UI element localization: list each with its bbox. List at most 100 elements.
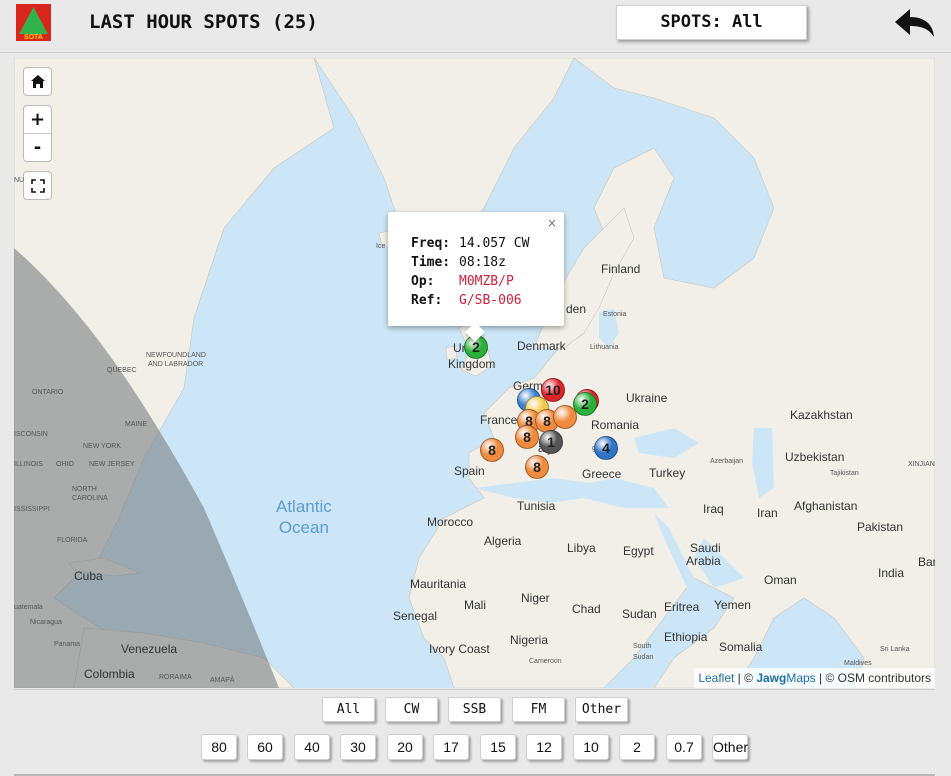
jawg-link[interactable]: Jawg <box>756 671 786 685</box>
spot-marker[interactable]: 8 <box>480 438 504 462</box>
band-filter-30[interactable]: 30 <box>340 734 376 760</box>
map-label: Venezuela <box>121 642 178 656</box>
band-filter-60[interactable]: 60 <box>247 734 283 760</box>
map-label: Somalia <box>719 640 763 654</box>
zoom-in-button[interactable]: + <box>24 106 51 134</box>
map-label: Pakistan <box>857 520 904 534</box>
map-label: NORTH <box>72 486 97 493</box>
leaflet-link[interactable]: Leaflet <box>698 671 734 685</box>
logo-text: SOTA <box>24 34 43 41</box>
mode-filter-fm[interactable]: FM <box>512 697 565 722</box>
band-filter-0-7[interactable]: 0.7 <box>666 734 702 760</box>
map-label: NEWFOUNDLAND <box>146 352 206 359</box>
band-filter-12[interactable]: 12 <box>526 734 562 760</box>
map-label: Uzbekistan <box>785 450 845 464</box>
band-filter-17[interactable]: 17 <box>433 734 469 760</box>
band-filter-20[interactable]: 20 <box>387 734 423 760</box>
spot-popup: × Freq: 14.057 CW Time: 08:18z Op: M0MZB/P … <box>388 212 564 342</box>
spot-marker[interactable]: 8 <box>525 455 549 479</box>
map-label: Cameroon <box>529 658 562 665</box>
freq-label: Freq: <box>411 236 451 251</box>
band-filter-15[interactable]: 15 <box>480 734 516 760</box>
map-label: Niger <box>521 591 550 605</box>
map-label: Denmark <box>517 339 566 353</box>
map-label: Afghanistan <box>794 499 858 513</box>
map-attribution: Leaflet | © JawgMaps | © OSM contributor… <box>694 668 935 688</box>
map-label: RORAIMA <box>159 674 192 681</box>
map-label: Ban <box>918 555 935 569</box>
band-filter-40[interactable]: 40 <box>294 734 330 760</box>
map-label: Mauritania <box>410 577 467 591</box>
map-label: ILLINOIS <box>14 461 43 468</box>
band-filter-other[interactable]: Other <box>712 734 748 760</box>
back-arrow-icon[interactable] <box>893 6 937 40</box>
spot-marker[interactable]: 2 <box>573 392 597 416</box>
ocean-label: Atlantic Ocean <box>276 496 332 538</box>
map-label: Chad <box>572 602 601 616</box>
map-label: Ice <box>376 243 386 250</box>
map-label: ISCONSIN <box>14 431 48 438</box>
ocean-label-text: Atlantic Ocean <box>276 497 332 537</box>
map-label: MAINE <box>125 421 148 428</box>
op-label: Op: <box>411 274 435 289</box>
mode-filter-all[interactable]: All <box>322 697 375 722</box>
map-label: Oman <box>764 573 797 587</box>
spots-map[interactable]: + - Finland Estonia Lithuania Denmark Ukrain… <box>14 58 935 688</box>
page-title: LAST HOUR SPOTS (25) <box>89 11 318 33</box>
filter-panel: All CW SSB FM Other 80 60 40 30 20 17 15 12 10 2 0.7 Ot… <box>14 689 935 776</box>
map-label: den <box>566 302 587 316</box>
map-label: QUEBEC <box>107 367 137 374</box>
spot-marker[interactable]: 1 <box>539 430 563 454</box>
mode-filter-other[interactable]: Other <box>575 697 628 722</box>
home-icon[interactable] <box>23 67 52 96</box>
map-label: Romania <box>591 418 640 432</box>
band-filter-80[interactable]: 80 <box>201 734 237 760</box>
ref-value[interactable]: G/SB-006 <box>459 293 522 308</box>
map-label: Morocco <box>427 515 474 529</box>
map-label: CAROLINA <box>72 495 108 502</box>
popup-close-button[interactable]: × <box>547 216 557 230</box>
map-label: Senegal <box>393 609 438 623</box>
map-label: Maldives <box>844 660 872 667</box>
spot-marker[interactable]: 4 <box>594 436 618 460</box>
time-label: Time: <box>411 255 451 270</box>
map-label: Spain <box>454 464 485 478</box>
mode-filter-ssb[interactable]: SSB <box>448 697 501 722</box>
map-label: XINJIANG <box>908 461 935 468</box>
map-label: NEW YORK <box>83 443 121 450</box>
zoom-control: + - <box>23 105 52 162</box>
band-filter-2[interactable]: 2 <box>619 734 655 760</box>
map-label: Ethiopia <box>664 630 708 644</box>
map-label: France <box>480 413 518 427</box>
map-label: FLORIDA <box>57 537 88 544</box>
map-label: Nigeria <box>510 633 549 647</box>
map-label: Yemen <box>714 598 751 612</box>
map-label: Iran <box>757 506 778 520</box>
op-value[interactable]: M0MZB/P <box>459 274 514 289</box>
map-label: Colombia <box>84 667 135 681</box>
map-label: Iraq <box>703 502 724 516</box>
map-label: Tunisia <box>517 499 556 513</box>
top-bar: SOTA LAST HOUR SPOTS (25) SPOTS: All <box>0 0 951 53</box>
spot-marker[interactable]: 8 <box>515 425 539 449</box>
map-label: Ukraine <box>626 391 668 405</box>
map-label: Tajikistan <box>830 470 859 477</box>
map-label: Nicaragua <box>30 619 62 626</box>
osm-link[interactable]: | © OSM contributors <box>816 671 931 685</box>
map-label: Turkey <box>649 466 686 480</box>
mode-filter-cw[interactable]: CW <box>385 697 438 722</box>
time-value: 08:18z <box>459 255 506 270</box>
map-label: NU <box>14 177 25 184</box>
spots-filter-button[interactable]: SPOTS: All <box>616 5 807 40</box>
maps-link[interactable]: Maps <box>786 671 815 685</box>
map-label: Saudi <box>690 541 721 555</box>
map-label: India <box>878 566 905 580</box>
band-filter-10[interactable]: 10 <box>573 734 609 760</box>
zoom-out-button[interactable]: - <box>24 134 51 161</box>
map-label: Azerbaijan <box>710 458 744 465</box>
attrib-sep: | © <box>734 671 757 685</box>
fullscreen-icon[interactable] <box>23 171 52 200</box>
map-label: Ivory Coast <box>429 642 490 656</box>
map-label: Mali <box>464 598 487 612</box>
map-label: Greece <box>582 467 622 481</box>
